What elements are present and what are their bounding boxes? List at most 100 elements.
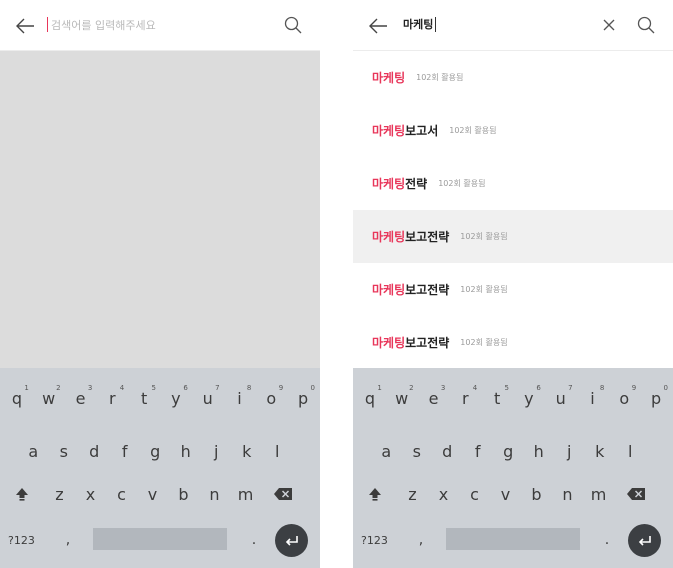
key-r[interactable]: 4r — [96, 378, 128, 418]
suggestion-item[interactable]: 마케팅 보고전략 102회 활용됨 — [353, 263, 673, 316]
backspace-icon — [627, 488, 645, 500]
keyboard-row-2: a s d f g h j k l — [371, 431, 673, 471]
text-caret — [435, 17, 436, 32]
key-i[interactable]: 8i — [577, 378, 609, 418]
back-button[interactable] — [365, 13, 391, 39]
key-f[interactable]: f — [463, 431, 494, 471]
key-k[interactable]: k — [585, 431, 616, 471]
key-x[interactable]: x — [428, 474, 459, 514]
enter-icon — [285, 535, 298, 546]
keyboard-row-2: a s d f g h j k l — [18, 431, 320, 471]
search-input[interactable] — [51, 14, 231, 36]
key-m[interactable]: m — [583, 474, 614, 514]
key-d[interactable]: d — [79, 431, 110, 471]
back-button[interactable] — [12, 13, 38, 39]
key-y[interactable]: 6y — [513, 378, 545, 418]
delete-key[interactable] — [614, 474, 658, 514]
key-l[interactable]: l — [262, 431, 293, 471]
key-s[interactable]: s — [402, 431, 433, 471]
key-j[interactable]: j — [554, 431, 585, 471]
clear-button[interactable] — [599, 15, 619, 35]
shift-key[interactable] — [353, 474, 397, 514]
key-b[interactable]: b — [168, 474, 199, 514]
keyword-match: 마케팅 — [372, 230, 406, 244]
key-k[interactable]: k — [232, 431, 263, 471]
suggestion-item[interactable]: 마케팅 102회 활용됨 — [353, 51, 673, 104]
close-icon — [603, 19, 615, 31]
text-caret — [47, 17, 48, 32]
key-q[interactable]: 1q — [354, 378, 386, 418]
search-query[interactable]: 마케팅 — [403, 17, 433, 32]
back-arrow-icon — [369, 18, 387, 34]
key-r[interactable]: 4r — [449, 378, 481, 418]
space-key[interactable] — [93, 528, 227, 550]
comma-key[interactable]: , — [413, 520, 429, 560]
usage-count: 102회 활용됨 — [460, 338, 508, 347]
key-t[interactable]: 5t — [128, 378, 160, 418]
key-o[interactable]: 9o — [255, 378, 287, 418]
key-c[interactable]: c — [459, 474, 490, 514]
key-u[interactable]: 7u — [192, 378, 224, 418]
key-w[interactable]: 2w — [386, 378, 418, 418]
key-g[interactable]: g — [493, 431, 524, 471]
key-y[interactable]: 6y — [160, 378, 192, 418]
search-button[interactable] — [635, 14, 657, 36]
key-s[interactable]: s — [49, 431, 80, 471]
key-c[interactable]: c — [106, 474, 137, 514]
key-z[interactable]: z — [44, 474, 75, 514]
key-j[interactable]: j — [201, 431, 232, 471]
key-i[interactable]: 8i — [224, 378, 256, 418]
suggestion-item-active[interactable]: 마케팅 보고전략 102회 활용됨 — [353, 210, 673, 263]
key-m[interactable]: m — [230, 474, 261, 514]
comma-key[interactable]: , — [60, 520, 76, 560]
key-e[interactable]: 3e — [418, 378, 450, 418]
suggestion-item[interactable]: 마케팅 전략 102회 활용됨 — [353, 157, 673, 210]
backspace-icon — [274, 488, 292, 500]
key-z[interactable]: z — [397, 474, 428, 514]
keyword-match: 마케팅 — [372, 283, 406, 297]
key-l[interactable]: l — [615, 431, 646, 471]
period-key[interactable]: . — [246, 520, 262, 560]
key-e[interactable]: 3e — [65, 378, 97, 418]
period-key[interactable]: . — [599, 520, 615, 560]
key-x[interactable]: x — [75, 474, 106, 514]
keyboard-row-1: 1q 2w 3e 4r 5t 6y 7u 8i 9o 0p — [1, 378, 320, 418]
key-u[interactable]: 7u — [545, 378, 577, 418]
search-bar: 마케팅 — [353, 0, 673, 51]
key-h[interactable]: h — [171, 431, 202, 471]
key-o[interactable]: 9o — [608, 378, 640, 418]
enter-key[interactable] — [275, 524, 308, 557]
symbols-key[interactable]: ?123 — [8, 520, 44, 560]
enter-key[interactable] — [628, 524, 661, 557]
key-v[interactable]: v — [490, 474, 521, 514]
delete-key[interactable] — [261, 474, 305, 514]
key-w[interactable]: 2w — [33, 378, 65, 418]
space-key[interactable] — [446, 528, 580, 550]
key-a[interactable]: a — [371, 431, 402, 471]
key-n[interactable]: n — [199, 474, 230, 514]
key-q[interactable]: 1q — [1, 378, 33, 418]
key-a[interactable]: a — [18, 431, 49, 471]
usage-count: 102회 활용됨 — [416, 73, 464, 82]
key-h[interactable]: h — [524, 431, 555, 471]
key-n[interactable]: n — [552, 474, 583, 514]
keyboard-row-1: 1q 2w 3e 4r 5t 6y 7u 8i 9o 0p — [354, 378, 673, 418]
suggestion-item[interactable]: 마케팅 보고서 102회 활용됨 — [353, 104, 673, 157]
key-g[interactable]: g — [140, 431, 171, 471]
keyboard-row-3: z x c v b n m — [0, 474, 320, 514]
key-p[interactable]: 0p — [287, 378, 319, 418]
suggestion-item[interactable]: 마케팅 보고전략 102회 활용됨 — [353, 316, 673, 369]
key-f[interactable]: f — [110, 431, 141, 471]
search-bar — [0, 0, 320, 51]
symbols-key[interactable]: ?123 — [361, 520, 397, 560]
key-v[interactable]: v — [137, 474, 168, 514]
shift-key[interactable] — [0, 474, 44, 514]
enter-icon — [638, 535, 651, 546]
keyword-rest: 보고전략 — [405, 336, 450, 350]
search-icon — [284, 16, 302, 34]
key-b[interactable]: b — [521, 474, 552, 514]
search-button[interactable] — [282, 14, 304, 36]
key-t[interactable]: 5t — [481, 378, 513, 418]
key-d[interactable]: d — [432, 431, 463, 471]
key-p[interactable]: 0p — [640, 378, 672, 418]
